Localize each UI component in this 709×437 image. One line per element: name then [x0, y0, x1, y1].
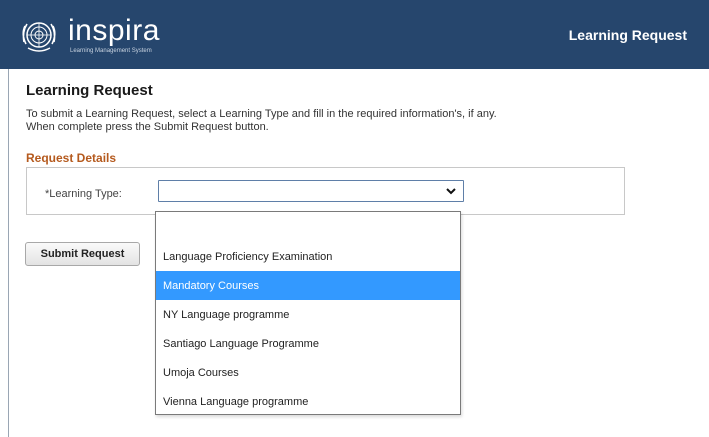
header-page-title: Learning Request: [568, 26, 687, 43]
un-emblem-icon: [22, 21, 56, 52]
section-title-request-details: Request Details: [26, 151, 117, 165]
brand-text: inspira Learning Management System: [68, 13, 160, 54]
learning-type-select[interactable]: [158, 180, 464, 202]
learning-type-dropdown-list[interactable]: Language Proficiency Examination Mandato…: [155, 211, 461, 415]
brand: inspira Learning Management System: [18, 14, 160, 56]
page-title: Learning Request: [26, 82, 153, 99]
dropdown-option-ny-language-programme[interactable]: NY Language programme: [156, 300, 460, 329]
brand-subtitle: Learning Management System: [70, 47, 152, 54]
learning-type-label: *Learning Type:: [45, 188, 122, 200]
dropdown-option-language-proficiency-examination[interactable]: Language Proficiency Examination: [156, 242, 460, 271]
submit-request-button[interactable]: Submit Request: [25, 242, 140, 266]
instructions-text: To submit a Learning Request, select a L…: [26, 108, 497, 133]
chevron-down-icon[interactable]: [445, 184, 457, 198]
request-details-panel: *Learning Type:: [26, 167, 625, 215]
dropdown-option-santiago-language-programme[interactable]: Santiago Language Programme: [156, 329, 460, 358]
dropdown-option-mandatory-courses[interactable]: Mandatory Courses: [156, 271, 460, 300]
dropdown-option-blank[interactable]: [156, 212, 460, 242]
dropdown-option-umoja-courses[interactable]: Umoja Courses: [156, 358, 460, 387]
dropdown-option-vienna-language-programme[interactable]: Vienna Language programme: [156, 387, 460, 416]
brand-name: inspira: [68, 13, 160, 47]
app-header: inspira Learning Management System Learn…: [0, 0, 709, 69]
